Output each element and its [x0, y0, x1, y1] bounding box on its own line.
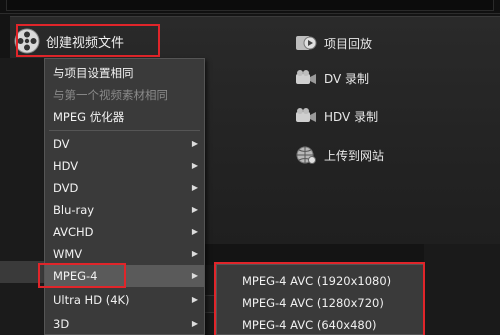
menu-item-dv[interactable]: DV ▶	[45, 133, 204, 155]
submenu-arrow-icon: ▶	[191, 249, 198, 258]
highlight-mpeg4-submenu	[214, 262, 425, 335]
action-project-playback[interactable]: 项目回放	[294, 32, 372, 54]
menu-item-same-as-first-clip: 与第一个视频素材相同	[45, 84, 204, 106]
submenu-arrow-icon: ▶	[191, 205, 198, 214]
create-video-context-menu: 与项目设置相同 与第一个视频素材相同 MPEG 优化器 DV ▶ HDV ▶ DVD…	[44, 58, 205, 335]
menu-item-wmv[interactable]: WMV ▶	[45, 243, 204, 265]
submenu-arrow-icon: ▶	[191, 183, 198, 192]
highlight-create-video-file	[16, 24, 160, 57]
action-label: 上传到网站	[324, 148, 385, 163]
menu-item-3d[interactable]: 3D ▶	[45, 313, 204, 335]
menu-item-label: Ultra HD (4K)	[53, 293, 130, 307]
top-notch	[6, 0, 494, 11]
action-label: 项目回放	[324, 36, 373, 51]
menu-item-hdv[interactable]: HDV ▶	[45, 155, 204, 177]
submenu-arrow-icon: ▶	[191, 319, 198, 328]
menu-item-label: DVD	[53, 181, 79, 195]
timeline-right-region	[424, 244, 500, 335]
menu-item-label: AVCHD	[53, 225, 94, 239]
action-dv-record[interactable]: DV 录制	[294, 67, 369, 89]
highlight-mpeg-4	[38, 263, 126, 288]
submenu-arrow-icon: ▶	[191, 295, 198, 304]
menu-item-label: 与项目设置相同	[53, 66, 134, 80]
menu-item-label: 与第一个视频素材相同	[53, 88, 168, 102]
menu-item-ultra-hd[interactable]: Ultra HD (4K) ▶	[45, 289, 204, 311]
menu-item-same-as-project[interactable]: 与项目设置相同	[45, 62, 204, 84]
menu-item-label: WMV	[53, 247, 83, 261]
menu-item-label: DV	[53, 137, 70, 151]
menu-item-dvd[interactable]: DVD ▶	[45, 177, 204, 199]
submenu-arrow-icon: ▶	[191, 161, 198, 170]
hdv-camcorder-icon	[294, 106, 318, 126]
action-hdv-record[interactable]: HDV 录制	[294, 105, 378, 127]
dv-camcorder-icon	[294, 68, 318, 88]
menu-item-label: MPEG 优化器	[53, 110, 125, 124]
action-label: HDV 录制	[324, 109, 379, 124]
top-toolbar-strip	[0, 0, 500, 14]
project-playback-icon	[294, 33, 318, 53]
menu-gutter	[0, 58, 44, 335]
menu-item-blu-ray[interactable]: Blu-ray ▶	[45, 199, 204, 221]
menu-item-label: HDV	[53, 159, 79, 173]
menu-item-avchd[interactable]: AVCHD ▶	[45, 221, 204, 243]
menu-item-mpeg-optimizer[interactable]: MPEG 优化器	[45, 106, 204, 128]
submenu-arrow-icon: ▶	[191, 139, 198, 148]
menu-separator	[49, 130, 200, 131]
action-label: DV 录制	[324, 71, 370, 86]
menu-item-label: Blu-ray	[53, 203, 95, 217]
submenu-arrow-icon: ▶	[191, 227, 198, 236]
submenu-arrow-icon: ▶	[191, 271, 198, 280]
globe-upload-icon	[294, 145, 318, 165]
menu-item-label: 3D	[53, 317, 70, 331]
action-upload-to-web[interactable]: 上传到网站	[294, 144, 384, 166]
